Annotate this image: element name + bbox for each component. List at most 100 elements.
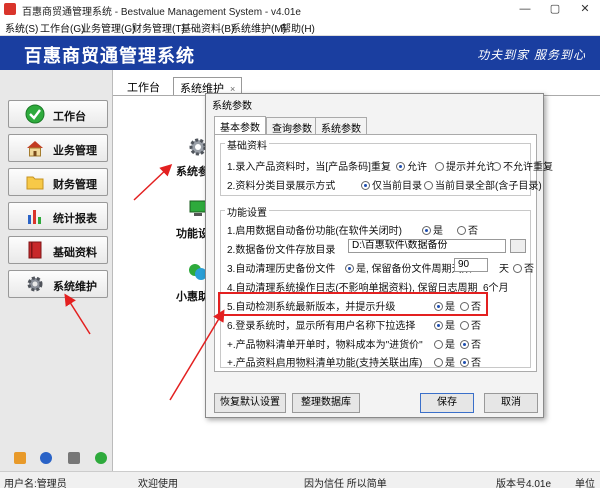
tab-workbench[interactable]: 工作台	[121, 77, 166, 95]
option-no[interactable]: 否	[513, 260, 534, 275]
option-yes[interactable]: 是	[434, 354, 455, 369]
option-label: 当前目录全部(含子目录)	[435, 181, 542, 192]
minimize-button[interactable]: —	[510, 0, 540, 18]
tab-query-params[interactable]: 查询参数	[266, 117, 318, 135]
option-label: 是	[445, 321, 455, 332]
option-label: 否	[471, 358, 481, 369]
maximize-button[interactable]: ▢	[540, 0, 570, 18]
option-label: 是	[445, 340, 455, 351]
sidebar-item-business[interactable]: 业务管理	[8, 134, 108, 162]
sidebar-item-maintenance[interactable]: 系统维护	[8, 270, 108, 298]
menu-help[interactable]: 帮助(H)	[281, 20, 315, 35]
browse-folder-icon[interactable]	[510, 239, 526, 253]
radio-icon	[457, 226, 466, 235]
group-function-settings: 功能设置 1.启用数据自动备份功能(在软件关闭时) 是 否 2.数据备份文件存放…	[220, 204, 534, 369]
sidebar-item-reports[interactable]: 统计报表	[8, 202, 108, 230]
radio-selected-icon	[422, 226, 431, 235]
close-button[interactable]: ✕	[570, 0, 600, 18]
radio-icon	[460, 321, 469, 330]
option-label: 允许	[407, 162, 427, 173]
option-label: 否	[471, 321, 481, 332]
tab-basic-params[interactable]: 基本参数	[214, 116, 266, 134]
setting-label: +.产品物料清单开单时，物料成本为"进货价"	[227, 340, 423, 351]
option-label: 是	[433, 226, 443, 237]
option-no[interactable]: 否	[457, 222, 478, 237]
option-label: 不允许重复	[503, 162, 553, 173]
radio-selected-icon	[396, 162, 405, 171]
setting-barcode-duplicate: 1.录入产品资料时，当[产品条码]重复 允许 提示并允许 不允许重复	[227, 158, 553, 173]
setting-label: 6.登录系统时，显示所有用户名称下拉选择	[227, 321, 416, 332]
option-yes[interactable]: 是	[422, 222, 443, 237]
option-no[interactable]: 否	[460, 336, 481, 351]
setting-backup-dir: 2.数据备份文件存放目录	[227, 241, 335, 256]
banner: 百惠商贸通管理系统 功夫到家 服务到心	[0, 36, 600, 70]
system-params-dialog: 系统参数 基本参数 查询参数 系统参数 基础资料 1.录入产品资料时，当[产品条…	[205, 93, 553, 418]
note-icon[interactable]	[14, 452, 26, 464]
radio-icon	[513, 264, 522, 273]
cleanup-database-button[interactable]: 整理数据库	[292, 393, 360, 413]
refresh-icon[interactable]	[95, 452, 107, 464]
reset-defaults-button[interactable]: 恢复默认设置	[214, 393, 286, 413]
radio-icon	[434, 340, 443, 349]
dialog-title: 系统参数	[212, 101, 252, 112]
sidebar-item-finance[interactable]: 财务管理	[8, 168, 108, 196]
option-yes[interactable]: 是	[434, 336, 455, 351]
setting-label: 2.资料分类目录展示方式	[227, 181, 336, 192]
backup-days-field[interactable]: 90	[454, 258, 488, 272]
option-allow[interactable]: 允许	[396, 158, 427, 173]
tool-icon[interactable]	[68, 452, 80, 464]
option-all-subdirs[interactable]: 当前目录全部(含子目录)	[424, 177, 542, 192]
option-yes[interactable]: 是	[434, 317, 455, 332]
tab-label: 工作台	[127, 82, 160, 94]
setting-label: 1.录入产品资料时，当[产品条码]重复	[227, 162, 391, 173]
menu-bar: 系统(S) 工作台(G) 业务管理(G) 财务管理(T) 基础资料(B) 系统维…	[0, 18, 600, 36]
menu-system[interactable]: 系统(S)	[5, 20, 38, 35]
sidebar-item-label: 业务管理	[53, 145, 97, 157]
setting-auto-backup: 1.启用数据自动备份功能(在软件关闭时) 是 否	[227, 222, 478, 237]
info-icon[interactable]	[40, 452, 52, 464]
menu-maintenance[interactable]: 系统维护(M)	[231, 20, 286, 35]
option-yes[interactable]: 是, 保留备份文件周期天数	[345, 260, 472, 275]
radio-selected-icon	[434, 321, 443, 330]
option-current-dir[interactable]: 仅当前目录	[361, 177, 422, 192]
setting-category-display: 2.资料分类目录展示方式 仅当前目录 当前目录全部(含子目录)	[227, 177, 542, 192]
sidebar-item-label: 工作台	[53, 111, 86, 123]
group-title: 功能设置	[225, 204, 269, 219]
option-label: 否	[524, 264, 534, 275]
radio-icon	[435, 162, 444, 171]
setting-label: 3.自动清理历史备份文件	[227, 264, 336, 275]
cancel-button[interactable]: 取消	[484, 393, 538, 413]
check-circle-icon	[25, 104, 45, 124]
brand-title: 百惠商贸通管理系统	[24, 46, 195, 66]
sidebar-item-workbench[interactable]: 工作台	[8, 100, 108, 128]
setting-label: +.产品资料启用物料清单功能(支持关联出库)	[227, 358, 423, 369]
sidebar-item-basic-data[interactable]: 基础资料	[8, 236, 108, 264]
menu-finance[interactable]: 财务管理(T)	[132, 20, 185, 35]
option-prompt-allow[interactable]: 提示并允许	[435, 158, 496, 173]
radio-icon	[424, 181, 433, 190]
setting-bom-enable: +.产品资料启用物料清单功能(支持关联出库) 是 否	[227, 354, 481, 369]
backup-dir-field[interactable]: D:\百惠软件\数据备份	[348, 239, 506, 253]
save-button[interactable]: 保存	[420, 393, 474, 413]
sidebar-item-label: 统计报表	[53, 213, 97, 225]
option-no[interactable]: 否	[460, 354, 481, 369]
tab-system-params[interactable]: 系统参数	[315, 117, 367, 135]
menu-business[interactable]: 业务管理(G)	[81, 20, 135, 35]
sidebar: 工作台 业务管理 财务管理 统计报表 基础资料 系统维护	[0, 70, 113, 471]
title-bar: 百惠商贸通管理系统 - Bestvalue Management System …	[0, 0, 600, 18]
radio-icon	[492, 162, 501, 171]
sidebar-item-label: 系统维护	[53, 281, 97, 293]
app-logo-icon	[4, 3, 16, 15]
folder-icon	[26, 176, 44, 190]
book-icon	[28, 241, 42, 259]
highlight-box	[218, 292, 488, 316]
option-label: 仅当前目录	[372, 181, 422, 192]
menu-basic-data[interactable]: 基础资料(B)	[181, 20, 234, 35]
status-bar: 用户名:管理员 欢迎使用 因为信任 所以简单 版本号4.01e 单位	[0, 471, 600, 490]
radio-selected-icon	[460, 340, 469, 349]
option-label: 否	[468, 226, 478, 237]
setting-label: 2.数据备份文件存放目录	[227, 245, 336, 256]
option-no[interactable]: 否	[460, 317, 481, 332]
option-disallow[interactable]: 不允许重复	[492, 158, 553, 173]
menu-workbench[interactable]: 工作台(G)	[40, 20, 84, 35]
